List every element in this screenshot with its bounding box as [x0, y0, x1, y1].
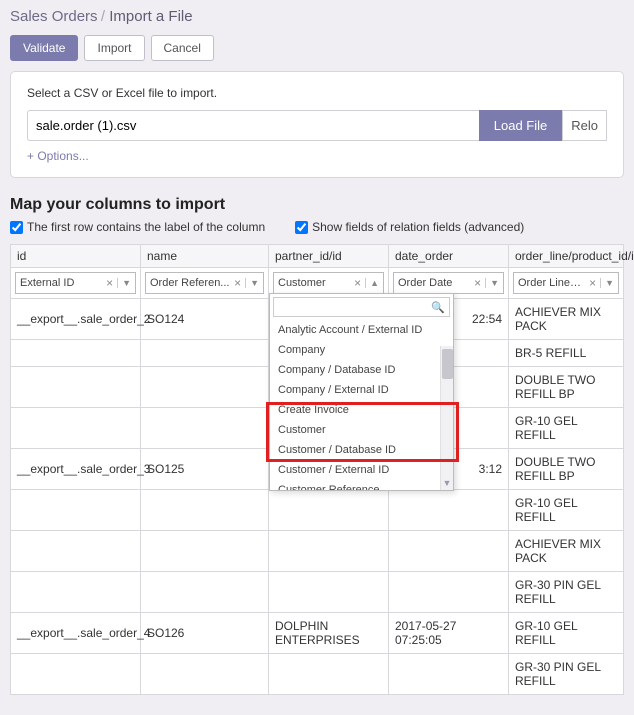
clear-icon[interactable]: × — [230, 276, 245, 290]
checks-row: The first row contains the label of the … — [0, 220, 634, 244]
chevron-down-icon[interactable]: ▲ — [365, 278, 379, 288]
validate-button[interactable]: Validate — [10, 35, 78, 61]
grid-wrap: id name partner_id/id date_order order_l… — [0, 244, 634, 715]
breadcrumb-parent[interactable]: Sales Orders — [10, 8, 98, 25]
file-row: Load File Relo — [27, 110, 607, 141]
header-orderline: order_line/product_id/id — [509, 245, 624, 268]
breadcrumb-sep: / — [101, 8, 109, 25]
table-row: __export__.sale_order_4SO126DOLPHIN ENTE… — [11, 613, 624, 654]
clear-icon[interactable]: × — [585, 276, 600, 290]
chevron-down-icon[interactable]: ▼ — [485, 278, 499, 288]
breadcrumb-current: Import a File — [109, 8, 192, 25]
selector-partner[interactable]: Customer×▲ — [273, 272, 384, 294]
dropdown-item[interactable]: Company / External ID — [270, 380, 453, 400]
panel-instruction: Select a CSV or Excel file to import. — [27, 86, 607, 100]
clear-icon[interactable]: × — [102, 276, 117, 290]
search-icon: 🔍 — [431, 301, 445, 314]
dropdown-item[interactable]: Company — [270, 340, 453, 360]
header-partner: partner_id/id — [269, 245, 389, 268]
dropdown-item[interactable]: Create Invoice — [270, 400, 453, 420]
section-title: Map your columns to import — [0, 178, 634, 220]
selector-row: External ID×▼ Order Referen...×▼ Custome… — [11, 268, 624, 299]
reload-button[interactable]: Relo — [562, 110, 607, 141]
breadcrumb: Sales Orders / Import a File — [0, 0, 634, 25]
load-file-button[interactable]: Load File — [479, 110, 562, 141]
dropdown-panel: 🔍 Analytic Account / External ID Company… — [269, 293, 454, 491]
scrollbar[interactable]: ▼ — [440, 346, 453, 490]
column-grid: id name partner_id/id date_order order_l… — [10, 244, 624, 695]
show-fields-check[interactable]: Show fields of relation fields (advanced… — [295, 220, 524, 234]
dropdown-item[interactable]: Analytic Account / External ID — [270, 320, 453, 340]
selector-name[interactable]: Order Referen...×▼ — [145, 272, 264, 294]
dropdown-item[interactable]: Customer / Database ID — [270, 440, 453, 460]
table-row: ACHIEVER MIX PACK — [11, 531, 624, 572]
clear-icon[interactable]: × — [470, 276, 485, 290]
toolbar: Validate Import Cancel — [0, 25, 634, 71]
show-fields-label: Show fields of relation fields (advanced… — [312, 220, 524, 234]
chevron-down-icon[interactable]: ▼ — [245, 278, 259, 288]
table-row: GR-10 GEL REFILL — [11, 490, 624, 531]
show-fields-checkbox[interactable] — [295, 221, 308, 234]
file-input[interactable] — [27, 110, 479, 141]
header-date: date_order — [389, 245, 509, 268]
selector-orderline[interactable]: Order Lines / ...×▼ — [513, 272, 619, 294]
chevron-down-icon[interactable]: ▼ — [600, 278, 614, 288]
dropdown-search-input[interactable] — [273, 297, 450, 317]
table-row: GR-30 PIN GEL REFILL — [11, 654, 624, 695]
header-row: id name partner_id/id date_order order_l… — [11, 245, 624, 268]
dropdown-item[interactable]: Customer / External ID — [270, 460, 453, 480]
dropdown-list[interactable]: Analytic Account / External ID Company C… — [270, 320, 453, 490]
import-button[interactable]: Import — [84, 35, 144, 61]
dropdown-item[interactable]: Company / Database ID — [270, 360, 453, 380]
chevron-down-icon[interactable]: ▼ — [117, 278, 131, 288]
table-row: GR-30 PIN GEL REFILL — [11, 572, 624, 613]
dropdown-item[interactable]: Customer Reference — [270, 480, 453, 490]
options-link[interactable]: + Options... — [27, 149, 89, 163]
first-row-checkbox[interactable] — [10, 221, 23, 234]
selector-id[interactable]: External ID×▼ — [15, 272, 136, 294]
clear-icon[interactable]: × — [350, 276, 365, 290]
header-id: id — [11, 245, 141, 268]
file-panel: Select a CSV or Excel file to import. Lo… — [10, 71, 624, 178]
cancel-button[interactable]: Cancel — [151, 35, 214, 61]
first-row-check[interactable]: The first row contains the label of the … — [10, 220, 265, 234]
header-name: name — [141, 245, 269, 268]
dropdown-item[interactable]: Customer — [270, 420, 453, 440]
first-row-label: The first row contains the label of the … — [27, 220, 265, 234]
selector-date[interactable]: Order Date×▼ — [393, 272, 504, 294]
